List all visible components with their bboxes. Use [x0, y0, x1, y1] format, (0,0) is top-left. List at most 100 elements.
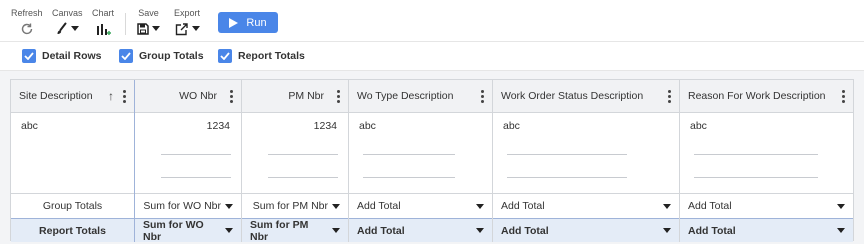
column-header[interactable]: Site Description ↑ [11, 80, 134, 113]
select-value: Add Total [501, 224, 549, 237]
dropdown-arrow-icon [663, 203, 671, 209]
dropdown-arrow-icon [225, 228, 233, 233]
export-button[interactable]: Export [174, 8, 200, 39]
select-value: Add Total [501, 200, 545, 212]
chevron-down-icon [191, 26, 200, 31]
floppy-icon [137, 23, 149, 35]
brush-icon [57, 22, 67, 34]
checkbox-checked-icon [22, 49, 36, 63]
chart-label: Chart [92, 8, 115, 18]
column-menu-icon[interactable] [122, 89, 126, 103]
select-value: Add Total [688, 200, 732, 212]
column-wo-nbr: WO Nbr 1234 Sum for WO Nbr Sum for WO Nb… [135, 80, 242, 243]
group-totals-label: Group Totals [139, 50, 204, 62]
group-totals-row-label: Group Totals [11, 193, 134, 218]
dropdown-arrow-icon [225, 203, 233, 209]
column-header-label: PM Nbr [288, 90, 324, 102]
column-menu-icon[interactable] [841, 89, 845, 103]
empty-row-placeholder [268, 154, 338, 155]
refresh-button[interactable]: Refresh [11, 8, 43, 39]
column-site-description: Site Description ↑ abc Group Totals Repo… [11, 80, 135, 242]
column-header-label: Reason For Work Description [688, 90, 826, 102]
empty-row-placeholder [363, 177, 455, 178]
select-value: Add Total [357, 224, 405, 237]
save-button[interactable]: Save [137, 8, 160, 39]
report-grid: Site Description ↑ abc Group Totals Repo… [10, 79, 854, 243]
dropdown-arrow-icon [332, 203, 340, 209]
data-cell: abc [359, 120, 376, 132]
refresh-label: Refresh [11, 8, 43, 18]
group-totals-select[interactable]: Sum for PM Nbr [242, 193, 348, 218]
canvas-label: Canvas [52, 8, 83, 18]
bar-chart-icon [97, 24, 111, 35]
dropdown-arrow-icon [476, 228, 484, 233]
column-work-order-status-description: Work Order Status Description abc Add To… [493, 80, 680, 242]
column-menu-icon[interactable] [667, 89, 671, 103]
run-button[interactable]: Run [218, 12, 278, 33]
column-header[interactable]: PM Nbr [242, 80, 348, 113]
group-totals-select[interactable]: Add Total [680, 193, 853, 218]
report-totals-row-label: Report Totals [11, 218, 134, 242]
group-totals-select[interactable]: Sum for WO Nbr [135, 193, 241, 218]
dropdown-arrow-icon [663, 228, 671, 233]
empty-row-placeholder [363, 154, 455, 155]
report-totals-checkbox[interactable]: Report Totals [218, 49, 305, 63]
report-totals-select[interactable]: Add Total [349, 218, 492, 242]
select-value: Add Total [357, 200, 401, 212]
save-label: Save [138, 8, 159, 18]
checkbox-checked-icon [218, 49, 232, 63]
group-totals-checkbox[interactable]: Group Totals [119, 49, 204, 63]
column-header[interactable]: Wo Type Description [349, 80, 492, 113]
column-header[interactable]: Work Order Status Description [493, 80, 679, 113]
export-label: Export [174, 8, 201, 18]
sort-ascending-icon[interactable]: ↑ [108, 89, 114, 103]
column-header-label: Wo Type Description [357, 90, 454, 102]
column-menu-icon[interactable] [336, 89, 340, 103]
data-cell: abc [690, 120, 707, 132]
export-icon [175, 22, 188, 35]
empty-row-placeholder [161, 177, 231, 178]
column-menu-icon[interactable] [480, 89, 484, 103]
select-value: Sum for PM Nbr [250, 218, 309, 243]
data-cell: 1234 [313, 120, 337, 132]
column-menu-icon[interactable] [229, 89, 233, 103]
report-totals-select[interactable]: Sum for WO Nbr [135, 218, 241, 243]
report-canvas: Site Description ↑ abc Group Totals Repo… [0, 71, 864, 244]
dropdown-arrow-icon [332, 228, 340, 233]
column-header[interactable]: WO Nbr [135, 80, 241, 113]
data-cell: 1234 [206, 120, 230, 132]
group-totals-select[interactable]: Add Total [349, 193, 492, 218]
chevron-down-icon [152, 26, 160, 31]
dropdown-arrow-icon [837, 228, 845, 233]
dropdown-arrow-icon [837, 203, 845, 209]
dropdown-arrow-icon [476, 203, 484, 209]
group-totals-select[interactable]: Add Total [493, 193, 679, 218]
empty-row-placeholder [694, 154, 818, 155]
data-cell: abc [21, 120, 38, 132]
refresh-icon [21, 23, 32, 35]
detail-rows-checkbox[interactable]: Detail Rows [22, 49, 102, 63]
canvas-button[interactable]: Canvas [52, 8, 83, 39]
select-value: Sum for WO Nbr [143, 218, 204, 243]
select-value: Add Total [688, 224, 736, 237]
report-totals-select[interactable]: Sum for PM Nbr [242, 218, 348, 243]
chart-button[interactable]: Chart [92, 8, 114, 39]
report-totals-select[interactable]: Add Total [493, 218, 679, 242]
checkbox-checked-icon [119, 49, 133, 63]
column-header-label: WO Nbr [179, 90, 217, 102]
data-cell: abc [503, 120, 520, 132]
column-reason-for-work-description: Reason For Work Description abc Add Tota… [680, 80, 853, 242]
toolbar: Refresh Canvas Chart Save Export Run [0, 0, 864, 41]
empty-row-placeholder [507, 177, 627, 178]
empty-row-placeholder [507, 154, 627, 155]
column-header[interactable]: Reason For Work Description [680, 80, 853, 113]
play-icon [229, 17, 239, 28]
column-header-label: Work Order Status Description [501, 90, 644, 102]
select-value: Sum for WO Nbr [143, 200, 221, 212]
toolbar-separator [125, 13, 126, 35]
column-pm-nbr: PM Nbr 1234 Sum for PM Nbr Sum for PM Nb… [242, 80, 349, 243]
report-totals-label: Report Totals [238, 50, 305, 62]
report-totals-select[interactable]: Add Total [680, 218, 853, 242]
column-wo-type-description: Wo Type Description abc Add Total Add To… [349, 80, 493, 242]
empty-row-placeholder [268, 177, 338, 178]
